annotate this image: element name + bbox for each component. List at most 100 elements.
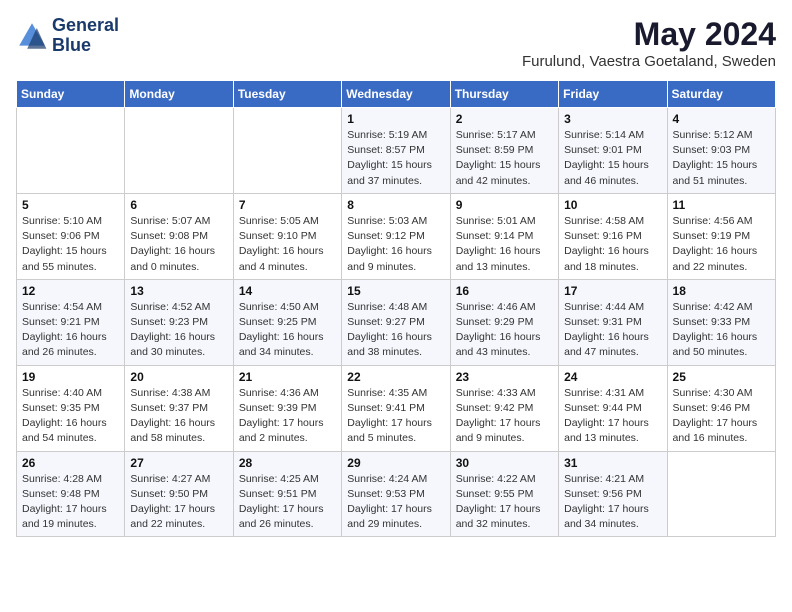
page-header: General Blue May 2024 Furulund, Vaestra … <box>16 16 776 70</box>
day-number: 1 <box>347 112 444 126</box>
location-title: Furulund, Vaestra Goetaland, Sweden <box>522 53 776 70</box>
calendar-cell: 3 Sunrise: 5:14 AM Sunset: 9:01 PM Daylig… <box>559 108 667 194</box>
weekday-header-monday: Monday <box>125 81 233 108</box>
day-info: Sunrise: 5:01 AM Sunset: 9:14 PM Dayligh… <box>456 214 553 275</box>
day-info: Sunrise: 4:27 AM Sunset: 9:50 PM Dayligh… <box>130 472 227 533</box>
day-info: Sunrise: 5:14 AM Sunset: 9:01 PM Dayligh… <box>564 128 661 189</box>
day-info: Sunrise: 4:33 AM Sunset: 9:42 PM Dayligh… <box>456 386 553 447</box>
day-info: Sunrise: 4:56 AM Sunset: 9:19 PM Dayligh… <box>673 214 770 275</box>
weekday-header-friday: Friday <box>559 81 667 108</box>
day-number: 31 <box>564 456 661 470</box>
day-info: Sunrise: 4:25 AM Sunset: 9:51 PM Dayligh… <box>239 472 336 533</box>
calendar-cell: 16Sunrise: 4:46 AM Sunset: 9:29 PM Dayli… <box>450 279 558 365</box>
day-info: Sunrise: 4:30 AM Sunset: 9:46 PM Dayligh… <box>673 386 770 447</box>
calendar-cell: 30Sunrise: 4:22 AM Sunset: 9:55 PM Dayli… <box>450 451 558 537</box>
logo: General Blue <box>16 16 119 56</box>
calendar-cell: 13Sunrise: 4:52 AM Sunset: 9:23 PM Dayli… <box>125 279 233 365</box>
calendar-week-4: 19Sunrise: 4:40 AM Sunset: 9:35 PM Dayli… <box>17 365 776 451</box>
day-info: Sunrise: 4:28 AM Sunset: 9:48 PM Dayligh… <box>22 472 119 533</box>
calendar-cell: 5 Sunrise: 5:10 AM Sunset: 9:06 PM Daylig… <box>17 193 125 279</box>
calendar-cell: 31 Sunrise: 4:21 AM Sunset: 9:56 PM Dayli… <box>559 451 667 537</box>
calendar-cell <box>125 108 233 194</box>
day-number: 14 <box>239 284 336 298</box>
weekday-header-tuesday: Tuesday <box>233 81 341 108</box>
calendar-cell <box>233 108 341 194</box>
day-info: Sunrise: 5:19 AM Sunset: 8:57 PM Dayligh… <box>347 128 444 189</box>
calendar-cell: 27 Sunrise: 4:27 AM Sunset: 9:50 PM Dayli… <box>125 451 233 537</box>
day-info: Sunrise: 5:10 AM Sunset: 9:06 PM Dayligh… <box>22 214 119 275</box>
day-number: 25 <box>673 370 770 384</box>
calendar-cell: 22 Sunrise: 4:35 AM Sunset: 9:41 PM Dayli… <box>342 365 450 451</box>
weekday-header-sunday: Sunday <box>17 81 125 108</box>
calendar-cell: 17 Sunrise: 4:44 AM Sunset: 9:31 PM Dayli… <box>559 279 667 365</box>
day-number: 2 <box>456 112 553 126</box>
day-info: Sunrise: 4:35 AM Sunset: 9:41 PM Dayligh… <box>347 386 444 447</box>
day-info: Sunrise: 4:50 AM Sunset: 9:25 PM Dayligh… <box>239 300 336 361</box>
day-info: Sunrise: 5:12 AM Sunset: 9:03 PM Dayligh… <box>673 128 770 189</box>
day-number: 8 <box>347 198 444 212</box>
day-number: 19 <box>22 370 119 384</box>
day-info: Sunrise: 4:52 AM Sunset: 9:23 PM Dayligh… <box>130 300 227 361</box>
calendar-cell <box>17 108 125 194</box>
day-number: 27 <box>130 456 227 470</box>
day-number: 6 <box>130 198 227 212</box>
day-info: Sunrise: 4:58 AM Sunset: 9:16 PM Dayligh… <box>564 214 661 275</box>
title-block: May 2024 Furulund, Vaestra Goetaland, Sw… <box>522 16 776 70</box>
day-number: 17 <box>564 284 661 298</box>
calendar-cell: 29 Sunrise: 4:24 AM Sunset: 9:53 PM Dayli… <box>342 451 450 537</box>
day-number: 11 <box>673 198 770 212</box>
calendar-header: SundayMondayTuesdayWednesdayThursdayFrid… <box>17 81 776 108</box>
calendar-cell: 23 Sunrise: 4:33 AM Sunset: 9:42 PM Dayli… <box>450 365 558 451</box>
calendar-week-1: 1 Sunrise: 5:19 AM Sunset: 8:57 PM Daylig… <box>17 108 776 194</box>
calendar-cell: 7 Sunrise: 5:05 AM Sunset: 9:10 PM Daylig… <box>233 193 341 279</box>
day-number: 28 <box>239 456 336 470</box>
day-number: 29 <box>347 456 444 470</box>
calendar-cell: 21Sunrise: 4:36 AM Sunset: 9:39 PM Dayli… <box>233 365 341 451</box>
day-number: 7 <box>239 198 336 212</box>
day-number: 9 <box>456 198 553 212</box>
day-number: 26 <box>22 456 119 470</box>
day-info: Sunrise: 4:44 AM Sunset: 9:31 PM Dayligh… <box>564 300 661 361</box>
day-info: Sunrise: 4:24 AM Sunset: 9:53 PM Dayligh… <box>347 472 444 533</box>
day-info: Sunrise: 5:17 AM Sunset: 8:59 PM Dayligh… <box>456 128 553 189</box>
month-title: May 2024 <box>522 16 776 53</box>
calendar-week-3: 12Sunrise: 4:54 AM Sunset: 9:21 PM Dayli… <box>17 279 776 365</box>
calendar-cell: 28 Sunrise: 4:25 AM Sunset: 9:51 PM Dayli… <box>233 451 341 537</box>
calendar-table: SundayMondayTuesdayWednesdayThursdayFrid… <box>16 80 776 537</box>
calendar-cell: 18Sunrise: 4:42 AM Sunset: 9:33 PM Dayli… <box>667 279 775 365</box>
day-info: Sunrise: 4:36 AM Sunset: 9:39 PM Dayligh… <box>239 386 336 447</box>
calendar-cell: 14 Sunrise: 4:50 AM Sunset: 9:25 PM Dayli… <box>233 279 341 365</box>
day-info: Sunrise: 4:21 AM Sunset: 9:56 PM Dayligh… <box>564 472 661 533</box>
day-number: 18 <box>673 284 770 298</box>
calendar-cell <box>667 451 775 537</box>
weekday-header-row: SundayMondayTuesdayWednesdayThursdayFrid… <box>17 81 776 108</box>
day-number: 3 <box>564 112 661 126</box>
weekday-header-wednesday: Wednesday <box>342 81 450 108</box>
calendar-cell: 15Sunrise: 4:48 AM Sunset: 9:27 PM Dayli… <box>342 279 450 365</box>
weekday-header-saturday: Saturday <box>667 81 775 108</box>
calendar-cell: 8 Sunrise: 5:03 AM Sunset: 9:12 PM Daylig… <box>342 193 450 279</box>
day-number: 4 <box>673 112 770 126</box>
day-number: 23 <box>456 370 553 384</box>
day-info: Sunrise: 4:22 AM Sunset: 9:55 PM Dayligh… <box>456 472 553 533</box>
calendar-cell: 19Sunrise: 4:40 AM Sunset: 9:35 PM Dayli… <box>17 365 125 451</box>
day-info: Sunrise: 5:07 AM Sunset: 9:08 PM Dayligh… <box>130 214 227 275</box>
day-info: Sunrise: 5:05 AM Sunset: 9:10 PM Dayligh… <box>239 214 336 275</box>
calendar-cell: 6 Sunrise: 5:07 AM Sunset: 9:08 PM Daylig… <box>125 193 233 279</box>
calendar-cell: 10 Sunrise: 4:58 AM Sunset: 9:16 PM Dayli… <box>559 193 667 279</box>
calendar-cell: 4 Sunrise: 5:12 AM Sunset: 9:03 PM Daylig… <box>667 108 775 194</box>
day-number: 12 <box>22 284 119 298</box>
day-number: 5 <box>22 198 119 212</box>
day-number: 10 <box>564 198 661 212</box>
calendar-cell: 12Sunrise: 4:54 AM Sunset: 9:21 PM Dayli… <box>17 279 125 365</box>
day-info: Sunrise: 5:03 AM Sunset: 9:12 PM Dayligh… <box>347 214 444 275</box>
calendar-week-5: 26 Sunrise: 4:28 AM Sunset: 9:48 PM Dayli… <box>17 451 776 537</box>
day-info: Sunrise: 4:31 AM Sunset: 9:44 PM Dayligh… <box>564 386 661 447</box>
logo-icon <box>16 20 48 52</box>
day-number: 22 <box>347 370 444 384</box>
weekday-header-thursday: Thursday <box>450 81 558 108</box>
calendar-cell: 20Sunrise: 4:38 AM Sunset: 9:37 PM Dayli… <box>125 365 233 451</box>
calendar-cell: 26 Sunrise: 4:28 AM Sunset: 9:48 PM Dayli… <box>17 451 125 537</box>
day-number: 16 <box>456 284 553 298</box>
day-number: 15 <box>347 284 444 298</box>
